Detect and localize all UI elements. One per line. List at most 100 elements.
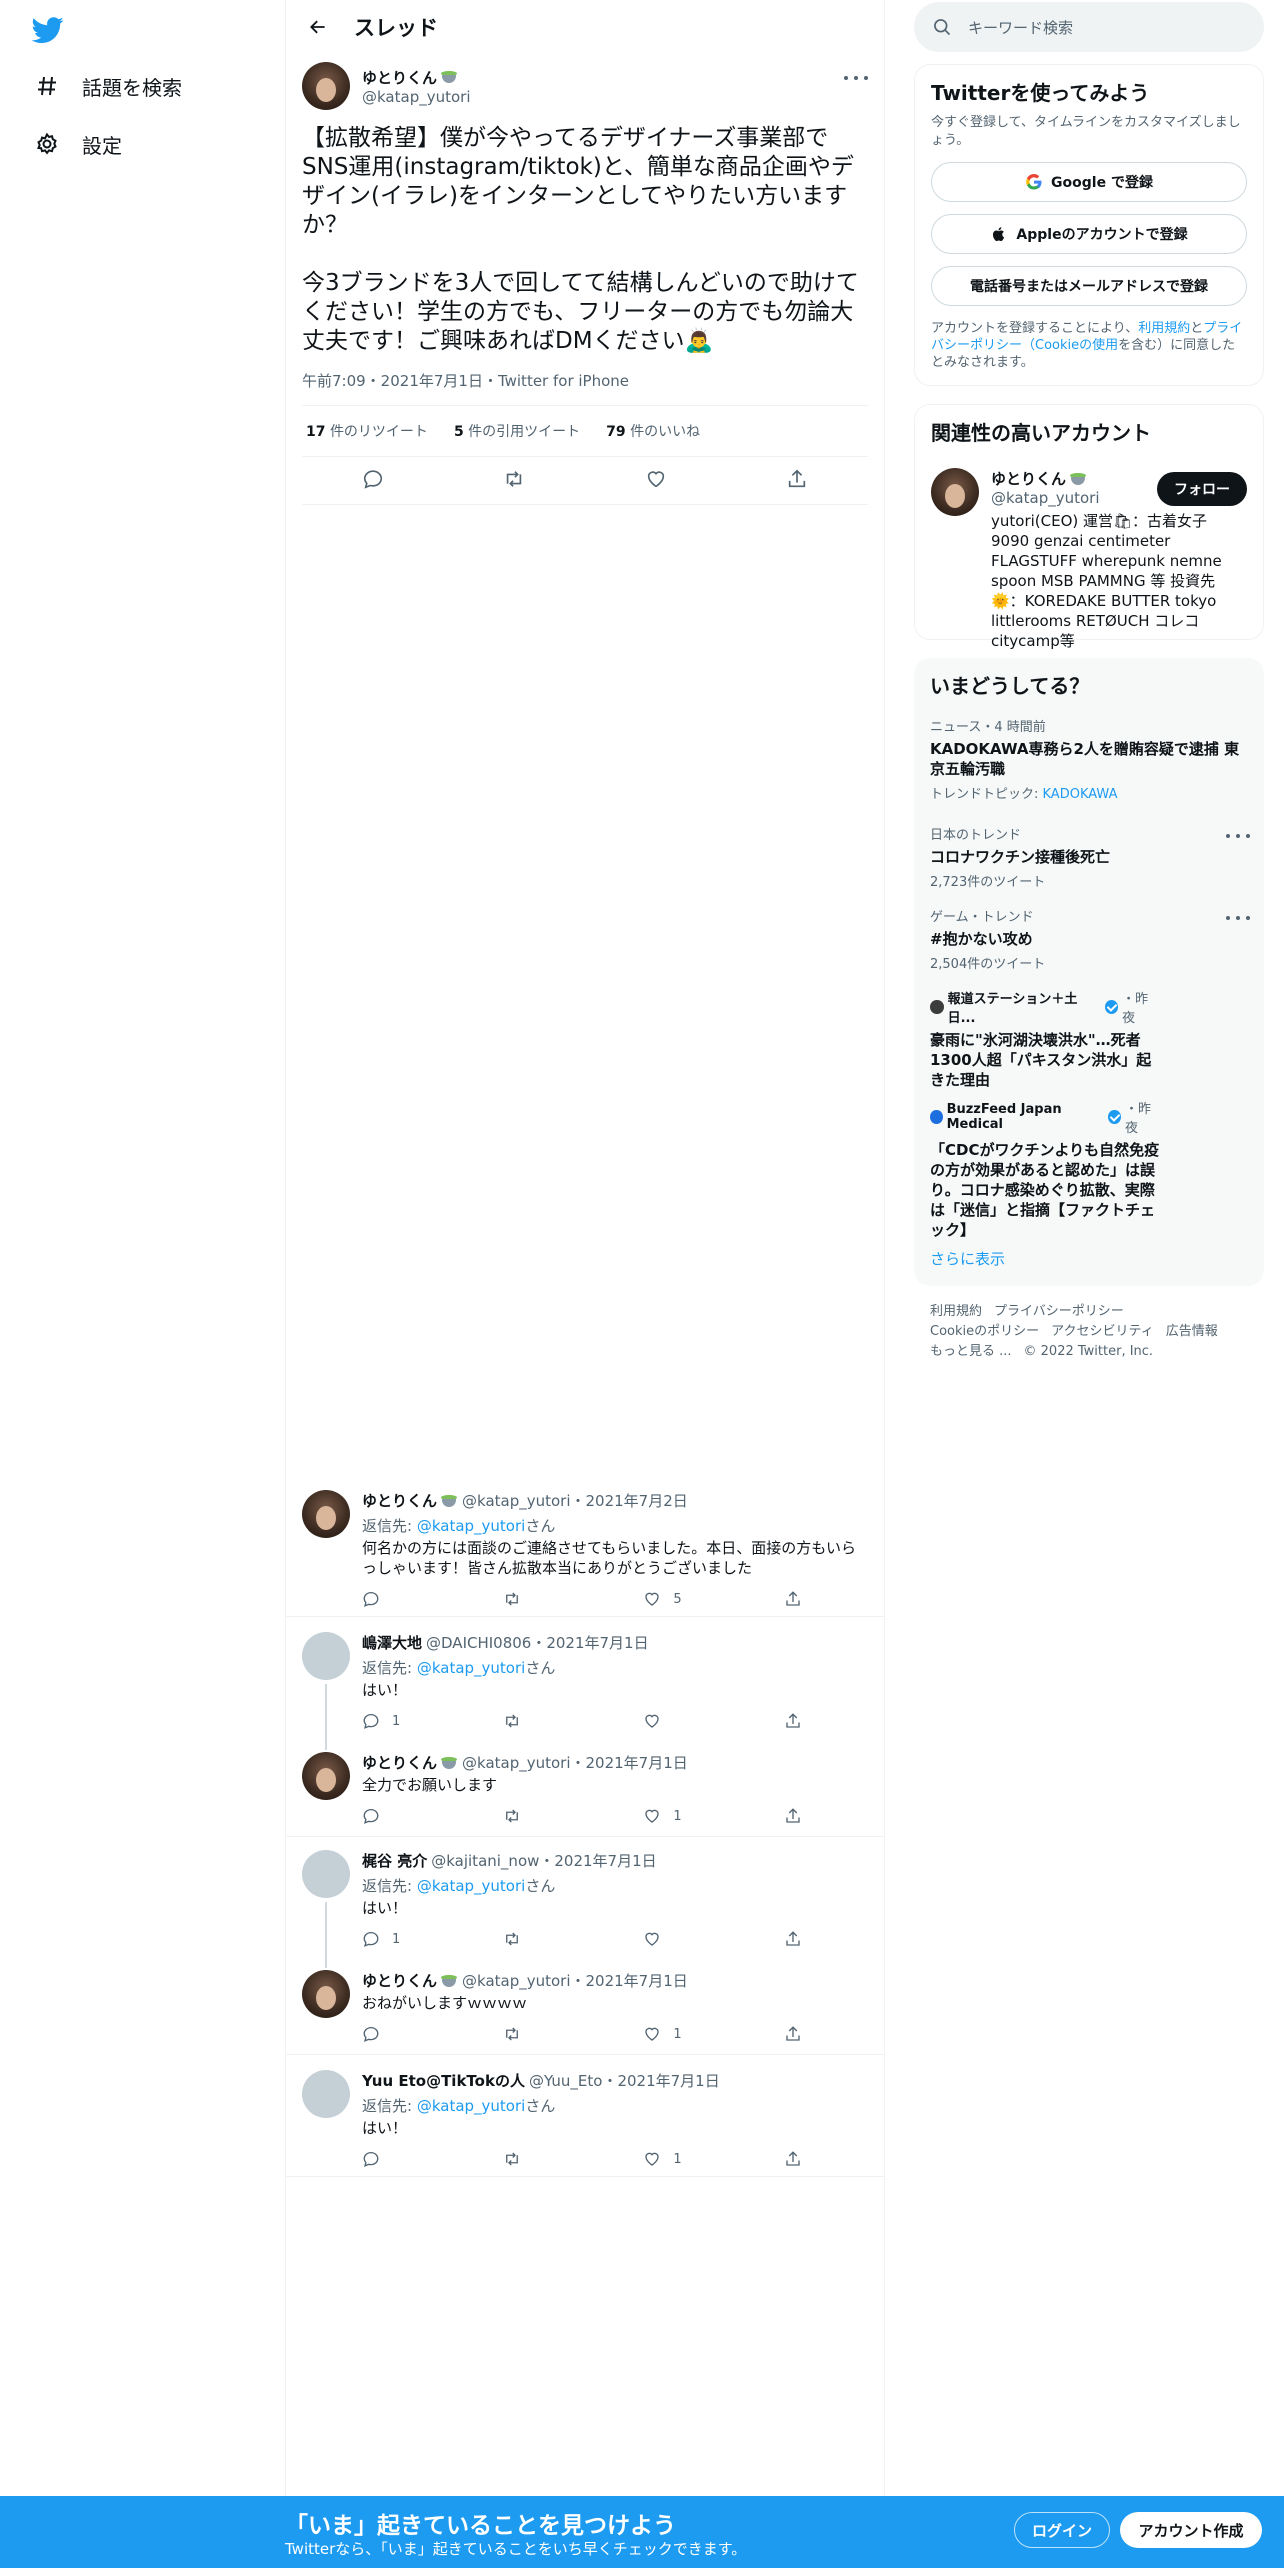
footer-more[interactable]: もっと見る ... xyxy=(930,1344,1012,1359)
news-item[interactable]: BuzzFeed Japan Medical ・昨夜 「CDCがワクチンよりも自然… xyxy=(930,1098,1160,1240)
replying-to-link[interactable]: @katap_yutori xyxy=(417,2097,526,2115)
nav-explore[interactable]: 話題を検索 xyxy=(34,64,182,108)
google-signup-button[interactable]: Google で登録 xyxy=(931,162,1247,202)
reply-button[interactable]: 1 xyxy=(362,1712,462,1730)
reply-author-name[interactable]: Yuu Eto@TikTokの人 xyxy=(362,2070,525,2091)
reply-icon[interactable] xyxy=(362,468,384,494)
avatar[interactable] xyxy=(302,1970,350,2018)
avatar[interactable] xyxy=(302,62,350,110)
reply-author-name[interactable]: 梶谷 亮介 xyxy=(362,1850,427,1871)
author-handle[interactable]: @katap_yutori xyxy=(362,88,471,106)
tweet-timestamp[interactable]: 午前7:09・2021年7月1日・Twitter for iPhone xyxy=(302,370,868,391)
like-button[interactable] xyxy=(643,1930,743,1948)
footer-ads[interactable]: 広告情報 xyxy=(1166,1324,1218,1339)
like-button[interactable]: 1 xyxy=(643,1807,743,1825)
replying-to-link[interactable]: @katap_yutori xyxy=(417,1877,526,1895)
reply-handle[interactable]: @DAICHI0806・2021年7月1日 xyxy=(426,1632,649,1653)
share-button[interactable] xyxy=(784,1590,802,1608)
like-button[interactable]: 1 xyxy=(643,2150,743,2168)
signup-button[interactable]: アカウント作成 xyxy=(1120,2512,1262,2548)
follow-button[interactable]: フォロー xyxy=(1157,472,1247,506)
reply-handle[interactable]: @kajitani_now・2021年7月1日 xyxy=(431,1850,656,1871)
reply-author-name[interactable]: 嶋澤大地 xyxy=(362,1632,422,1653)
source-logo-icon xyxy=(930,1000,944,1014)
apple-signup-button[interactable]: Appleのアカウントで登録 xyxy=(931,214,1247,254)
more-icon[interactable] xyxy=(1226,826,1250,846)
twitter-logo-icon[interactable] xyxy=(30,14,66,46)
avatar[interactable] xyxy=(302,2070,350,2118)
trends-card: いまどうしてる？ ニュース・4 時間前 KADOKAWA専務ら2人を贈賄容疑で逮… xyxy=(914,658,1264,1286)
footer-cookie[interactable]: Cookieのポリシー xyxy=(930,1324,1039,1339)
share-button[interactable] xyxy=(784,1712,802,1730)
more-icon[interactable] xyxy=(844,68,868,88)
page-title: スレッド xyxy=(354,16,438,40)
replying-to: 返信先: @katap_yutoriさん xyxy=(362,1515,862,1536)
reply-count: 1 xyxy=(392,1713,401,1729)
trend-topic-link[interactable]: KADOKAWA xyxy=(1043,787,1118,802)
avatar[interactable] xyxy=(302,1850,350,1898)
show-more-link[interactable]: さらに表示 xyxy=(930,1248,1005,1269)
divider xyxy=(286,2054,884,2055)
retweet-button[interactable] xyxy=(503,1807,603,1825)
trend-item[interactable]: ゲーム・トレンド #抱かない攻め 2,504件のツイート xyxy=(930,906,1250,972)
reply-button[interactable] xyxy=(362,2150,462,2168)
share-button[interactable] xyxy=(784,1807,802,1825)
avatar[interactable] xyxy=(302,1752,350,1800)
phone-email-signup-button[interactable]: 電話番号またはメールアドレスで登録 xyxy=(931,266,1247,306)
avatar[interactable] xyxy=(931,468,979,516)
retweet-button[interactable] xyxy=(503,1590,603,1608)
search-bar[interactable]: キーワード検索 xyxy=(914,2,1264,52)
reply-button[interactable] xyxy=(362,2025,462,2043)
thread-header: スレッド xyxy=(286,0,884,54)
like-icon[interactable] xyxy=(645,468,667,494)
terms-link[interactable]: 利用規約 xyxy=(1138,321,1190,336)
nav-settings[interactable]: 設定 xyxy=(34,122,122,166)
trend-item[interactable]: 日本のトレンド コロナワクチン接種後死亡 2,723件のツイート xyxy=(930,824,1250,890)
footer-terms[interactable]: 利用規約 xyxy=(930,1304,982,1319)
retweet-button[interactable] xyxy=(503,2025,603,2043)
reply-handle[interactable]: @katap_yutori・2021年7月1日 xyxy=(462,1970,688,1991)
login-button[interactable]: ログイン xyxy=(1014,2512,1110,2548)
footer-copyright: © 2022 Twitter, Inc. xyxy=(1023,1344,1154,1359)
reply-button[interactable] xyxy=(362,1807,462,1825)
share-button[interactable] xyxy=(784,2150,802,2168)
share-button[interactable] xyxy=(784,1930,802,1948)
trend-item[interactable]: ニュース・4 時間前 KADOKAWA専務ら2人を贈賄容疑で逮捕 東京五輪汚職 … xyxy=(930,716,1240,802)
retweet-count[interactable]: 17 件のリツイート xyxy=(306,421,428,441)
retweet-button[interactable] xyxy=(503,1712,603,1730)
replying-to-link[interactable]: @katap_yutori xyxy=(417,1517,526,1535)
back-arrow-icon[interactable] xyxy=(300,9,336,45)
reply-handle[interactable]: @Yuu_Eto・2021年7月1日 xyxy=(529,2070,720,2091)
reply-author-name[interactable]: ゆとりくん xyxy=(362,1752,458,1773)
news-item[interactable]: 報道ステーション＋土日... ・昨夜 豪雨に"氷河湖決壊洪水"…死者1300人超「… xyxy=(930,988,1160,1090)
like-button[interactable]: 1 xyxy=(643,2025,743,2043)
divider xyxy=(286,1836,884,1837)
retweet-icon[interactable] xyxy=(503,468,525,494)
reply-handle[interactable]: @katap_yutori・2021年7月2日 xyxy=(462,1490,688,1511)
retweet-button[interactable] xyxy=(503,2150,603,2168)
share-icon[interactable] xyxy=(786,468,808,494)
like-button[interactable] xyxy=(643,1712,743,1730)
reply-text: おねがいしますｗｗｗｗ xyxy=(362,1994,528,2012)
like-count: 1 xyxy=(673,1808,682,1824)
author-name[interactable]: ゆとりくん xyxy=(362,67,471,88)
reply-button[interactable] xyxy=(362,1590,462,1608)
related-account[interactable]: フォロー ゆとりくん @katap_yutori yutori(CEO) 運営🛍… xyxy=(931,468,1247,651)
quote-count[interactable]: 5 件の引用ツイート xyxy=(454,421,580,441)
footer-privacy[interactable]: プライバシーポリシー xyxy=(994,1304,1124,1319)
share-button[interactable] xyxy=(784,2025,802,2043)
reply-button[interactable]: 1 xyxy=(362,1930,462,1948)
replying-to-link[interactable]: @katap_yutori xyxy=(417,1659,526,1677)
reply-author-name[interactable]: ゆとりくん xyxy=(362,1490,458,1511)
search-input[interactable]: キーワード検索 xyxy=(968,17,1073,38)
like-button[interactable]: 5 xyxy=(643,1590,743,1608)
reply-author-name[interactable]: ゆとりくん xyxy=(362,1970,458,1991)
footer-accessibility[interactable]: アクセシビリティ xyxy=(1051,1324,1154,1339)
replying-suffix: さん xyxy=(525,1659,556,1677)
reply-handle[interactable]: @katap_yutori・2021年7月1日 xyxy=(462,1752,688,1773)
like-count[interactable]: 79 件のいいね xyxy=(606,421,700,441)
more-icon[interactable] xyxy=(1226,908,1250,928)
avatar[interactable] xyxy=(302,1490,350,1538)
avatar[interactable] xyxy=(302,1632,350,1680)
retweet-button[interactable] xyxy=(503,1930,603,1948)
